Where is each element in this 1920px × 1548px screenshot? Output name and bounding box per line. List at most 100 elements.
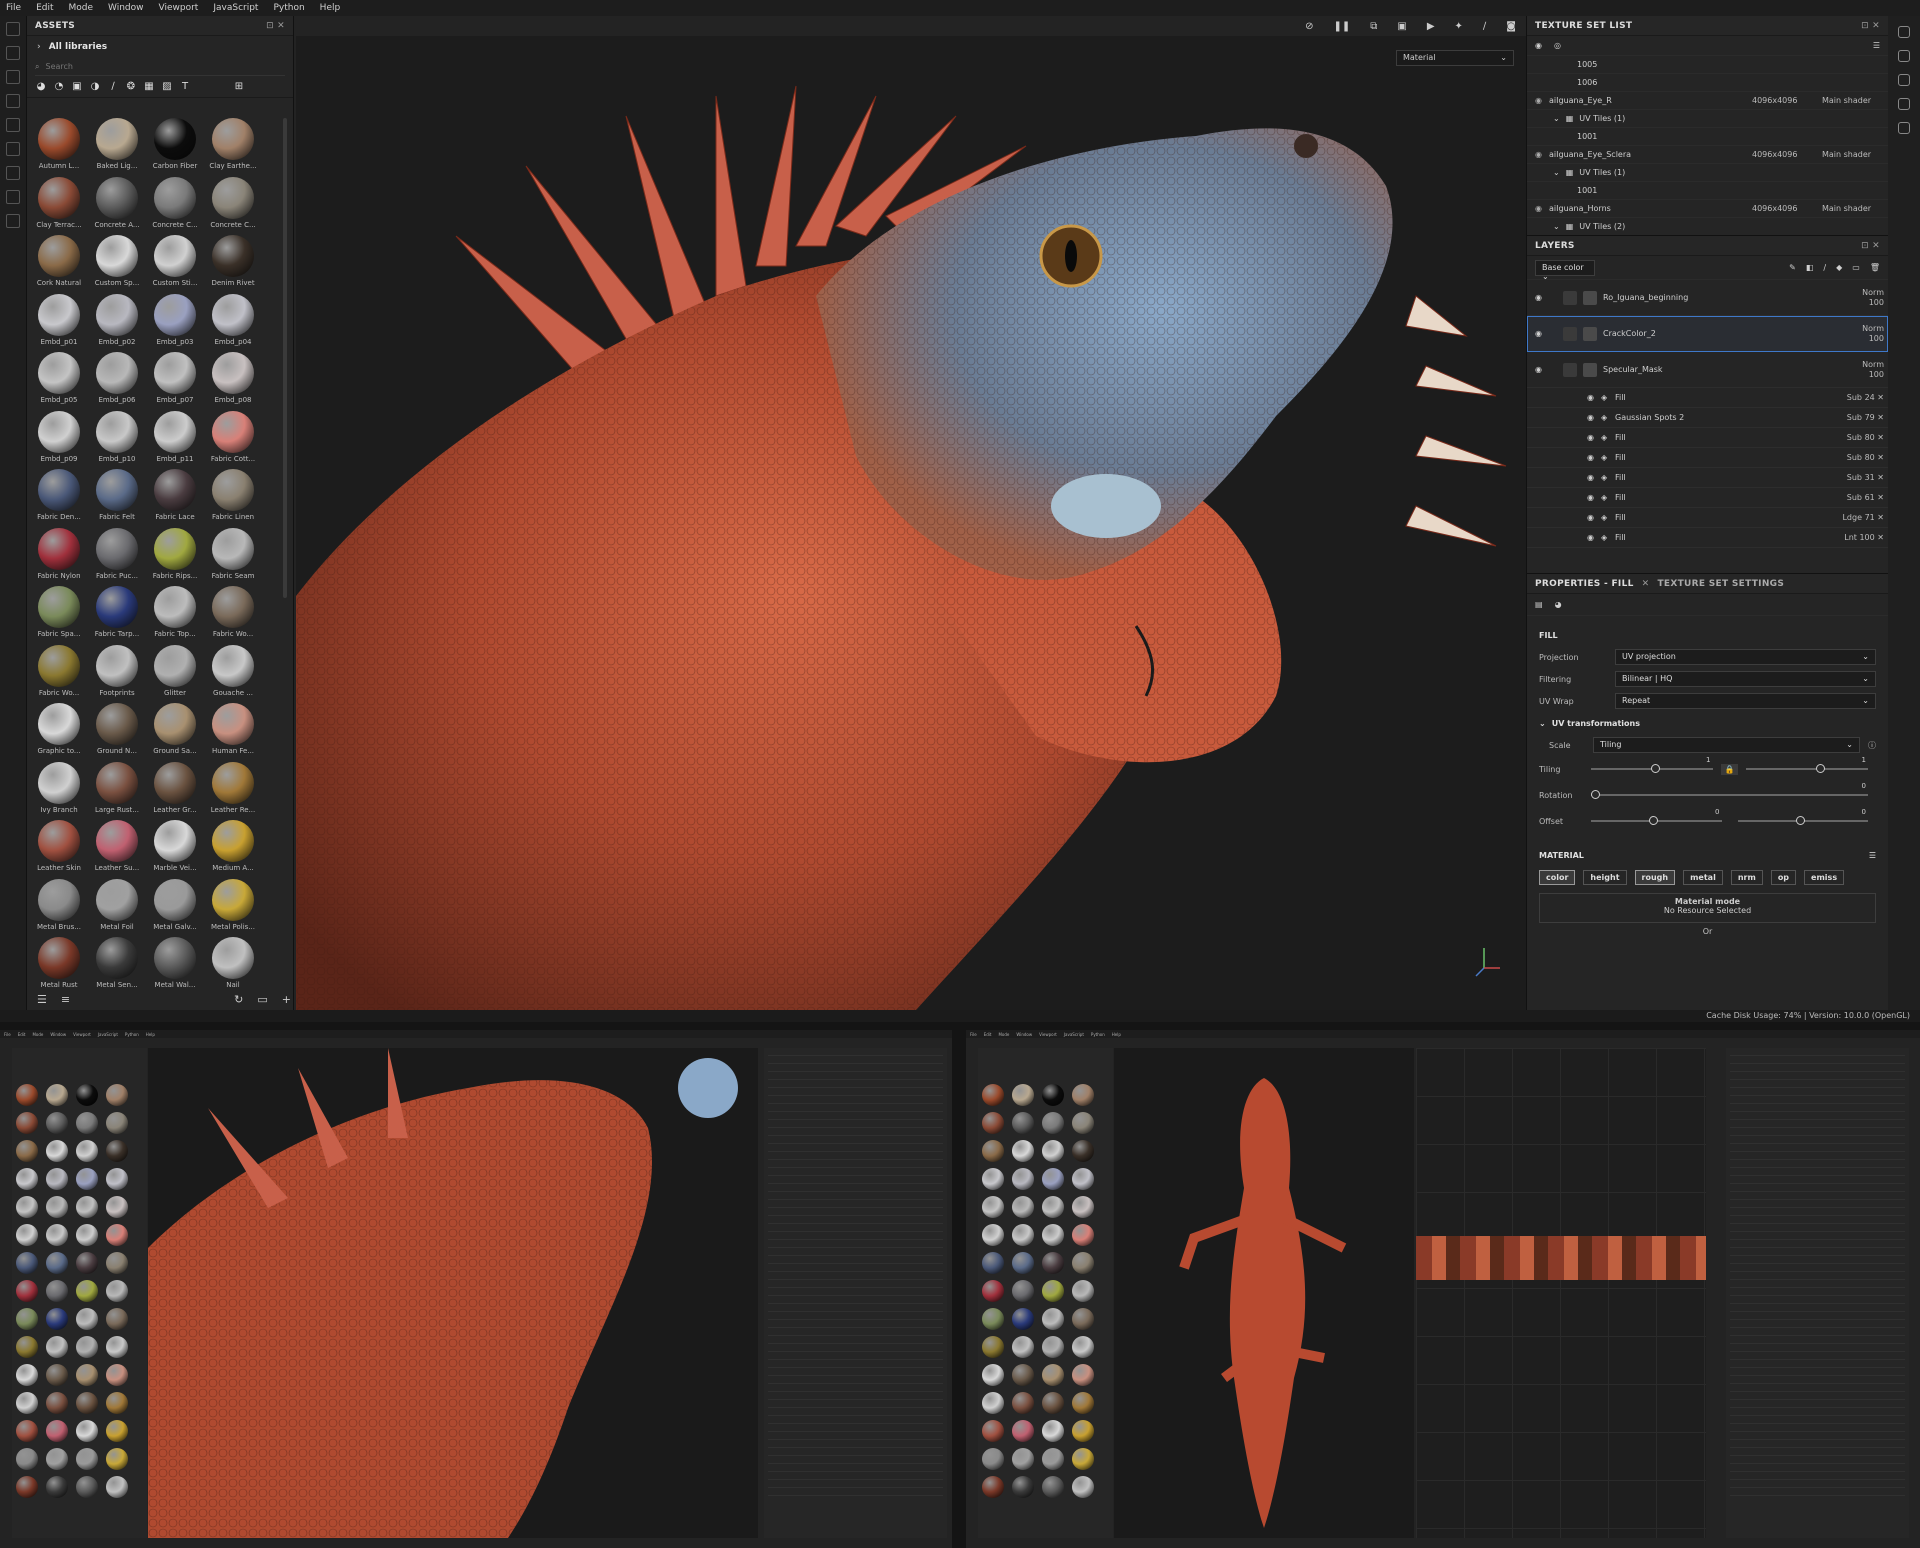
asset-item[interactable]: Baked Lig... [91, 118, 143, 171]
texture-set-row[interactable]: 1006 [1527, 74, 1888, 92]
tiling-slider[interactable]: 1 [1591, 756, 1713, 773]
asset-item[interactable]: Glitter [149, 644, 201, 698]
layer-row[interactable]: ◉ ◈ Fill Sub 31 ✕ [1527, 468, 1888, 488]
eye-icon[interactable]: ◉ [1587, 413, 1601, 422]
effect-blend[interactable]: Lnt 100 ✕ [1834, 533, 1888, 543]
projection-icon[interactable] [6, 70, 20, 84]
texture-filter-icon[interactable]: ▦ [143, 81, 155, 93]
close-icon[interactable]: ⊡ ✕ [1861, 21, 1880, 31]
asset-item[interactable]: Large Rust... [91, 761, 143, 815]
offset-slider[interactable]: 0 [1591, 808, 1722, 825]
asset-item[interactable]: Fabric Lace [149, 469, 201, 522]
asset-item[interactable]: Metal Wal... [149, 937, 201, 990]
eye-icon[interactable]: ◉ [1535, 204, 1549, 213]
grid-view-icon[interactable]: ⊞ [233, 81, 245, 93]
procedural-filter-icon[interactable]: ◑ [89, 81, 101, 93]
asset-item[interactable]: Concrete C... [149, 176, 201, 230]
asset-item[interactable]: Fabric Nylon [33, 527, 85, 581]
asset-item[interactable]: Embd_p02 [91, 293, 143, 347]
asset-item[interactable]: Fabric Cott... [207, 410, 259, 464]
asset-item[interactable]: Embd_p01 [33, 293, 85, 347]
asset-item[interactable]: Cork Natural [33, 235, 85, 288]
asset-item[interactable]: Fabric Tarp... [91, 586, 143, 639]
eye-icon[interactable]: ◉ [1587, 453, 1601, 462]
layer-row[interactable]: ◉ ◈ Fill Ldge 71 ✕ [1527, 508, 1888, 528]
view-mode-icon[interactable]: ⧉ [1370, 21, 1377, 32]
display-settings-icon[interactable] [1898, 26, 1910, 38]
asset-item[interactable]: Fabric Rips... [149, 527, 201, 581]
search-input[interactable] [45, 62, 246, 71]
material-mode-box[interactable]: Material mode No Resource Selected [1539, 893, 1876, 923]
effect-blend[interactable]: Sub 80 ✕ [1834, 433, 1888, 443]
asset-item[interactable]: Fabric Spa... [33, 586, 85, 639]
channel-select[interactable]: Base color ⌄ [1535, 259, 1595, 281]
channel-chip-op[interactable]: op [1770, 870, 1797, 885]
asset-item[interactable]: Metal Brus... [33, 878, 85, 932]
channel-chip-emiss[interactable]: emiss [1804, 870, 1845, 885]
layer-row[interactable]: ◉ ◈ Fill Sub 80 ✕ [1527, 428, 1888, 448]
eye-icon[interactable]: ◉ [1587, 433, 1601, 442]
asset-item[interactable]: Metal Foil [91, 878, 143, 932]
asset-item[interactable]: Embd_p07 [149, 352, 201, 405]
menu-item-edit[interactable]: Edit [36, 3, 53, 13]
eye-icon[interactable]: ◎ [1554, 41, 1561, 50]
effect-blend[interactable]: Sub 79 ✕ [1834, 413, 1888, 423]
filtering-select[interactable]: Bilinear | HQ ⌄ [1615, 671, 1876, 687]
menu-icon[interactable]: ☰ [1873, 41, 1880, 50]
asset-item[interactable]: Fabric Puc... [91, 527, 143, 581]
layer-blend[interactable]: Norm 100 [1834, 288, 1888, 308]
menu-item-help[interactable]: Help [320, 3, 341, 13]
info-icon[interactable]: ⓘ [1868, 740, 1876, 751]
3d-viewport[interactable]: Material ⌄ [296, 36, 1526, 1010]
layer-row[interactable]: ◉ ◈ Fill Lnt 100 ✕ [1527, 528, 1888, 548]
eye-icon[interactable]: ◉ [1587, 533, 1601, 542]
scale-select[interactable]: Tiling ⌄ [1593, 737, 1860, 753]
asset-item[interactable]: Denim Rivet [207, 235, 259, 288]
asset-item[interactable]: Fabric Seam [207, 527, 259, 581]
asset-item[interactable]: Ivy Branch [33, 761, 85, 815]
texture-set-row[interactable]: 1005 [1527, 56, 1888, 74]
asset-item[interactable]: Embd_p08 [207, 352, 259, 405]
menu-icon[interactable]: ☰ [1869, 851, 1876, 860]
layer-row[interactable]: ◉ ◈ Fill Sub 24 ✕ [1527, 388, 1888, 408]
sort-icon[interactable]: ≡ [61, 993, 70, 1006]
eye-icon[interactable]: ◉ [1535, 150, 1549, 159]
asset-item[interactable]: Embd_p06 [91, 352, 143, 405]
eye-icon[interactable]: ◉ [1587, 473, 1601, 482]
channel-chip-nrm[interactable]: nrm [1730, 870, 1763, 885]
texture-set-row[interactable]: ◉ aiIguana_Eye_Sclera 4096x4096 Main shader [1527, 146, 1888, 164]
asset-item[interactable]: Metal Rust [33, 937, 85, 990]
asset-item[interactable]: Fabric Wo... [33, 644, 85, 698]
chevron-down-icon[interactable]: ⌄ [1553, 222, 1560, 231]
menu-item-file[interactable]: File [6, 3, 21, 13]
asset-item[interactable]: Fabric Linen [207, 469, 259, 522]
channel-chip-metal[interactable]: metal [1683, 870, 1723, 885]
bake-icon[interactable] [6, 214, 20, 228]
asset-item[interactable]: Embd_p05 [33, 352, 85, 405]
asset-item[interactable]: Fabric Felt [91, 469, 143, 522]
geometry-mask-icon[interactable] [6, 94, 20, 108]
folder-icon[interactable]: ▭ [257, 993, 267, 1006]
menu-item-viewport[interactable]: Viewport [159, 3, 199, 13]
tiling-slider-v[interactable]: 1 [1746, 756, 1868, 773]
layer-row[interactable]: ◉ CrackColor_2 Norm 100 [1527, 316, 1888, 352]
texture-set-row[interactable]: ◉ aiIguana_Horns 4096x4096 Main shader [1527, 200, 1888, 218]
add-fill-layer-icon[interactable]: ◆ [1836, 263, 1842, 272]
asset-item[interactable]: Embd_p09 [33, 410, 85, 464]
asset-item[interactable]: Concrete A... [91, 176, 143, 230]
texture-set-row[interactable]: ⌄ ▦ UV Tiles (1) [1527, 110, 1888, 128]
asset-item[interactable]: Ground N... [91, 703, 143, 756]
texture-set-row[interactable]: ◉ aiIguana_Eye_R 4096x4096 Main shader [1527, 92, 1888, 110]
asset-item[interactable]: Custom Sp... [91, 235, 143, 288]
eye-icon[interactable]: ◉ [1587, 393, 1601, 402]
projection-select[interactable]: UV projection ⌄ [1615, 649, 1876, 665]
texture-set-row[interactable]: ⌄ ▦ UV Tiles (1) [1527, 164, 1888, 182]
asset-item[interactable]: Metal Polis... [207, 878, 259, 932]
asset-item[interactable]: Metal Sen... [91, 937, 143, 990]
history-icon[interactable] [1898, 74, 1910, 86]
substance-icon[interactable] [1898, 122, 1910, 134]
asset-item[interactable]: Human Fe... [207, 703, 259, 756]
channel-chip-color[interactable]: color [1539, 870, 1576, 885]
asset-item[interactable]: Autumn L... [33, 118, 85, 171]
pause-icon[interactable]: ❚❚ [1333, 21, 1350, 32]
